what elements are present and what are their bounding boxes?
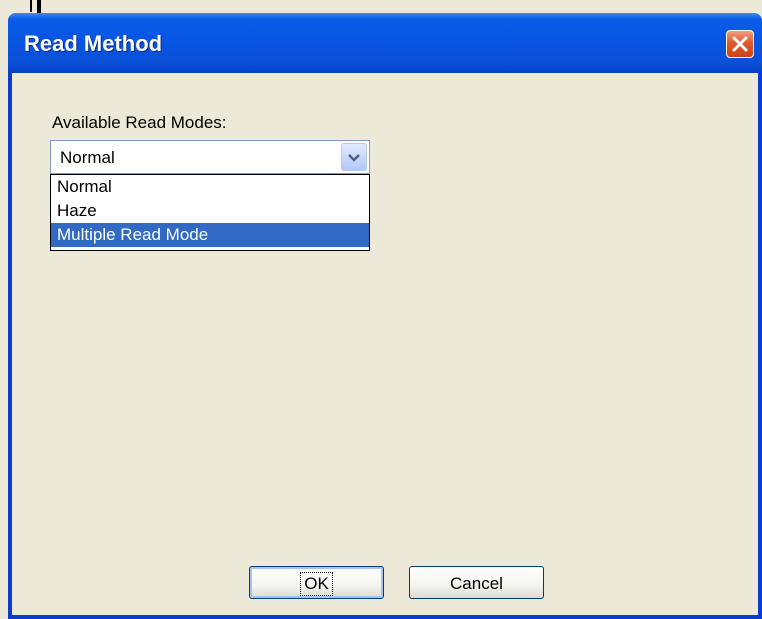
background-divider	[30, 0, 32, 12]
background-window	[0, 0, 762, 14]
read-mode-options-list[interactable]: Normal Haze Multiple Read Mode	[50, 174, 370, 251]
dialog-body: Available Read Modes: Normal Normal Haze…	[12, 73, 758, 615]
read-method-dialog: Read Method Available Read Modes: Normal…	[8, 13, 762, 619]
read-modes-label: Available Read Modes:	[52, 113, 227, 132]
cancel-button[interactable]: Cancel	[409, 566, 544, 599]
close-button[interactable]	[726, 30, 754, 58]
dialog-title: Read Method	[24, 31, 163, 56]
close-icon	[732, 36, 748, 52]
dropdown-button[interactable]	[341, 143, 367, 171]
dropdown-value: Normal	[60, 148, 115, 167]
ok-button-label: OK	[300, 572, 333, 596]
option-multiple-read-mode[interactable]: Multiple Read Mode	[51, 223, 369, 247]
option-haze[interactable]: Haze	[51, 199, 369, 223]
cancel-button-label: Cancel	[450, 574, 503, 593]
read-mode-dropdown[interactable]: Normal	[50, 140, 370, 174]
option-normal[interactable]: Normal	[51, 175, 369, 199]
title-bar[interactable]: Read Method	[8, 13, 762, 73]
ok-button[interactable]: OK	[249, 566, 384, 599]
chevron-down-icon	[348, 154, 360, 162]
background-divider	[37, 0, 41, 14]
